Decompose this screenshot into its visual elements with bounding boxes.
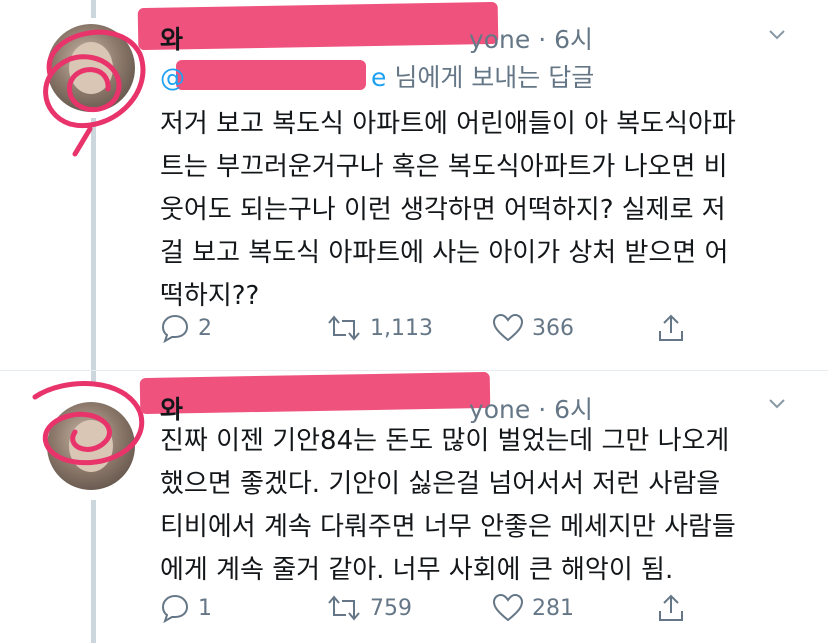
tweet-text-line: 에게 계속 줄거 같아. 너무 사회에 큰 해악이 됨. (160, 555, 674, 585)
chevron-down-icon[interactable] (768, 26, 786, 44)
retweet-button[interactable]: 1,113 (326, 313, 433, 343)
timestamp[interactable]: · 6시 (538, 25, 593, 54)
thread-line-bottom (91, 500, 96, 643)
like-count: 366 (532, 315, 574, 341)
tweet-text-line: 진짜 이젠 기안84는 돈도 많이 벌었는데 그만 나오게 (160, 426, 730, 456)
reply-count: 2 (198, 315, 212, 341)
like-count: 281 (532, 595, 574, 621)
reply-handle[interactable]: e (371, 63, 386, 92)
author-handle[interactable]: yone (469, 25, 530, 54)
reply-button[interactable]: 1 (160, 593, 212, 623)
tweet-header: 와 yone · 6시 (160, 20, 593, 56)
share-button[interactable] (656, 313, 686, 343)
retweet-button[interactable]: 759 (326, 593, 412, 623)
thread-line-middle (91, 118, 96, 382)
tweet-text-line: 했으면 좋겠다. 기안이 싫은걸 넘어서서 저런 사람을 (160, 469, 721, 499)
tweet-text-line: 트는 부끄러운거구나 혹은 복도식아파트가 나오면 비 (160, 152, 728, 182)
tweet-text-line: 떡하지?? (160, 281, 260, 311)
tweet-text-line: 티비에서 계속 다뤄주면 너무 안좋은 메세지만 사람들 (160, 512, 736, 542)
share-icon (659, 314, 683, 341)
retweet-count: 1,113 (370, 315, 433, 341)
avatar[interactable] (47, 24, 135, 112)
author-name[interactable]: 와 (160, 25, 183, 54)
avatar[interactable] (47, 402, 135, 490)
reply-icon (161, 594, 189, 623)
thread-line-top (91, 0, 96, 18)
chevron-down-icon[interactable] (768, 395, 786, 413)
tweet-text-line: 저거 보고 복도식 아파트에 어린애들이 아 복도식아파 (160, 109, 736, 139)
reply-icon (161, 314, 189, 343)
share-button[interactable] (656, 593, 686, 623)
retweet-count: 759 (370, 595, 412, 621)
like-button[interactable]: 281 (492, 593, 574, 623)
reply-count: 1 (198, 595, 212, 621)
tweet-text-line: 웃어도 되는구나 이런 생각하면 어떡하지? 실제로 저 (160, 195, 726, 225)
tweet-text-line: 걸 보고 복도식 아파트에 사는 아이가 상처 받으면 어 (160, 238, 729, 268)
reply-label: 님에게 보내는 답글 (394, 63, 595, 92)
like-button[interactable]: 366 (492, 313, 574, 343)
retweet-icon (328, 595, 360, 621)
tweet-text: 진짜 이젠 기안84는 돈도 많이 벌었는데 그만 나오게 했으면 좋겠다. 기… (160, 420, 736, 592)
replying-to: @ e 님에게 보내는 답글 (160, 63, 595, 92)
retweet-icon (328, 315, 360, 341)
reply-button[interactable]: 2 (160, 313, 212, 343)
tweet-text: 저거 보고 복도식 아파트에 어린애들이 아 복도식아파 트는 부끄러운거구나 … (160, 103, 736, 318)
heart-icon (492, 313, 524, 342)
share-icon (659, 594, 683, 621)
divider (0, 370, 828, 371)
heart-icon (492, 593, 524, 622)
